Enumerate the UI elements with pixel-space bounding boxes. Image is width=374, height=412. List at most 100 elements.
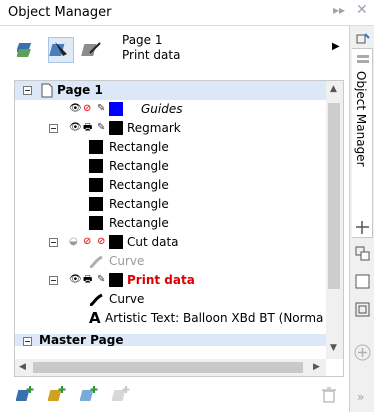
rectangle-icon bbox=[89, 197, 103, 211]
collapse-icon[interactable] bbox=[49, 276, 58, 285]
trash-icon bbox=[322, 387, 336, 403]
rectangle-icon bbox=[89, 159, 103, 173]
rectangle-icon bbox=[89, 140, 103, 154]
scroll-left-icon[interactable]: ◀ bbox=[19, 362, 26, 372]
delete-button[interactable] bbox=[318, 384, 340, 406]
add-docker-icon[interactable] bbox=[354, 344, 371, 361]
new-master-layer-odd-button[interactable] bbox=[111, 384, 134, 406]
object-label: Rectangle bbox=[109, 197, 169, 211]
tree-row-page[interactable]: Page 1 bbox=[15, 81, 326, 100]
layer-label: Guides bbox=[141, 102, 183, 116]
horizontal-scrollbar[interactable]: ◀ ▶ bbox=[15, 359, 326, 376]
master-page-label: Master Page bbox=[39, 334, 124, 346]
object-label: Curve bbox=[109, 254, 145, 268]
collapse-icon[interactable] bbox=[49, 238, 58, 247]
layer-label: Cut data bbox=[127, 235, 179, 249]
expand-icon[interactable]: ▸▸ bbox=[333, 3, 345, 17]
layer-color-swatch[interactable] bbox=[109, 121, 123, 135]
toolbar: Page 1 Print data ▶ bbox=[0, 33, 350, 75]
object-label: Artistic Text: Balloon XBd BT (Norma bbox=[105, 311, 324, 325]
tree-row-layer[interactable]: 👁 ⊘ ✎ Guides bbox=[15, 100, 326, 119]
current-page-name: Page 1 bbox=[122, 33, 163, 47]
eye-icon[interactable]: 👁 bbox=[69, 103, 82, 115]
pencil-icon[interactable]: ✎ bbox=[97, 274, 105, 286]
page-icon bbox=[41, 83, 53, 98]
object-properties-icon[interactable] bbox=[355, 32, 370, 47]
object-label: Rectangle bbox=[109, 216, 169, 230]
collapse-icon[interactable] bbox=[23, 86, 32, 95]
tree-row-object[interactable]: A Artistic Text: Balloon XBd BT (Norma bbox=[15, 309, 326, 328]
tree-row-object[interactable]: Curve bbox=[15, 252, 326, 271]
new-master-all-icon bbox=[79, 386, 98, 401]
layer-color-swatch[interactable] bbox=[109, 102, 123, 116]
object-label: Rectangle bbox=[109, 178, 169, 192]
printer-icon[interactable]: 🖶 bbox=[83, 122, 92, 134]
tree-row-object[interactable]: Rectangle bbox=[15, 195, 326, 214]
layers-properties-icon bbox=[15, 43, 32, 57]
rectangle-icon bbox=[89, 178, 103, 192]
no-print-icon[interactable]: ⊘ bbox=[83, 103, 91, 115]
tree-row-layer-active[interactable]: 👁 🖶 ✎ Print data bbox=[15, 271, 326, 290]
object-manager-icon bbox=[357, 55, 369, 63]
close-icon[interactable]: ✕ bbox=[356, 2, 368, 18]
tree-row-layer[interactable]: ◒ ⊘ ⊘ Cut data bbox=[15, 233, 326, 252]
tree-row-object[interactable]: Rectangle bbox=[15, 138, 326, 157]
new-master-layer-all-pages-button[interactable] bbox=[79, 384, 102, 406]
eye-hidden-icon[interactable]: ◒ bbox=[69, 236, 78, 248]
current-page-info: Page 1 Print data bbox=[122, 33, 180, 63]
expand-dockers-icon[interactable]: » bbox=[357, 390, 364, 404]
eye-icon[interactable]: 👁 bbox=[69, 274, 82, 286]
arrange-icon[interactable] bbox=[355, 246, 370, 261]
object-tree: Page 1 👁 ⊘ ✎ Guides 👁 🖶 ✎ Regmark Rectan… bbox=[14, 80, 344, 377]
tree-row-master-page[interactable]: Master Page bbox=[15, 334, 326, 346]
new-master-odd-icon bbox=[111, 386, 130, 401]
object-label: Rectangle bbox=[109, 140, 169, 154]
no-print-icon[interactable]: ⊘ bbox=[83, 236, 91, 248]
edit-across-layers-button[interactable] bbox=[48, 37, 74, 63]
scroll-right-icon[interactable]: ▶ bbox=[313, 362, 320, 372]
horizontal-scroll-thumb[interactable] bbox=[33, 362, 303, 373]
artistic-text-icon: A bbox=[89, 309, 101, 327]
frame-icon[interactable] bbox=[355, 302, 370, 317]
layer-color-swatch[interactable] bbox=[109, 273, 123, 287]
page-label: Page 1 bbox=[57, 83, 103, 97]
object-label: Rectangle bbox=[109, 159, 169, 173]
curve-icon bbox=[89, 293, 103, 306]
layer-label: Regmark bbox=[127, 121, 181, 135]
title-bar: Object Manager ▸▸ ✕ bbox=[0, 0, 374, 26]
tree-row-object[interactable]: Curve bbox=[15, 290, 326, 309]
new-master-layer-icon bbox=[47, 386, 66, 401]
vertical-scrollbar[interactable]: ▲ ▼ bbox=[326, 81, 343, 359]
scroll-up-icon[interactable]: ▲ bbox=[330, 84, 337, 94]
object-manager-tab-label: Object Manager bbox=[354, 71, 368, 167]
tree-row-object[interactable]: Rectangle bbox=[15, 214, 326, 233]
docker-tab-strip: Object Manager » bbox=[351, 26, 374, 412]
curve-icon bbox=[89, 255, 103, 268]
layer-view-icon bbox=[81, 42, 101, 56]
object-label: Curve bbox=[109, 292, 145, 306]
page-menu-arrow-icon[interactable]: ▶ bbox=[332, 41, 340, 52]
tree-row-object[interactable]: Rectangle bbox=[15, 157, 326, 176]
printer-icon[interactable]: 🖶 bbox=[83, 274, 92, 286]
layer-color-swatch[interactable] bbox=[109, 235, 123, 249]
collapse-icon[interactable] bbox=[23, 337, 32, 346]
new-master-layer-button[interactable] bbox=[47, 384, 70, 406]
object-manager-tab[interactable]: Object Manager bbox=[352, 48, 373, 238]
pencil-icon[interactable]: ✎ bbox=[97, 103, 105, 115]
new-layer-button[interactable] bbox=[15, 384, 38, 406]
rectangle-icon bbox=[89, 216, 103, 230]
collapse-icon[interactable] bbox=[49, 124, 58, 133]
eye-icon[interactable]: 👁 bbox=[69, 122, 82, 134]
vertical-scroll-thumb[interactable] bbox=[328, 103, 340, 289]
bottom-toolbar bbox=[0, 378, 350, 412]
pencil-icon[interactable]: ✎ bbox=[97, 122, 105, 134]
layer-manager-view-button[interactable] bbox=[80, 37, 106, 63]
scroll-down-icon[interactable]: ▼ bbox=[330, 343, 337, 353]
transform-icon[interactable] bbox=[355, 220, 370, 235]
edit-layers-icon bbox=[49, 42, 67, 56]
show-properties-button[interactable] bbox=[15, 37, 42, 63]
tree-row-layer[interactable]: 👁 🖶 ✎ Regmark bbox=[15, 119, 326, 138]
no-edit-icon[interactable]: ⊘ bbox=[97, 236, 105, 248]
shape-icon[interactable] bbox=[355, 274, 370, 289]
tree-row-object[interactable]: Rectangle bbox=[15, 176, 326, 195]
